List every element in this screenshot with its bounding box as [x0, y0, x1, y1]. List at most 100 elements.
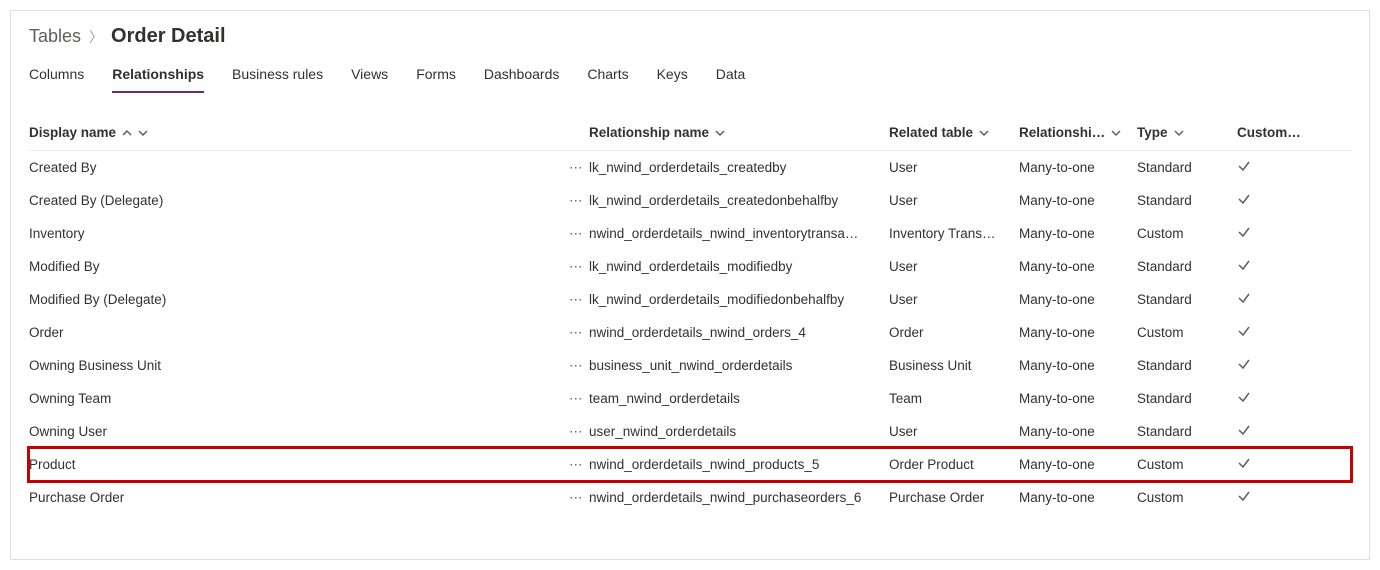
check-icon	[1237, 159, 1251, 173]
cell-type: Custom	[1137, 226, 1237, 241]
table-row[interactable]: Inventory⋯nwind_orderdetails_nwind_inven…	[29, 217, 1351, 250]
cell-display-name: Modified By	[29, 259, 569, 274]
col-relationship-name[interactable]: Relationship name	[589, 125, 889, 140]
cell-related-table: User	[889, 160, 1019, 175]
breadcrumb-parent[interactable]: Tables	[29, 26, 81, 47]
tab-data[interactable]: Data	[716, 58, 746, 92]
cell-related-table: User	[889, 292, 1019, 307]
more-actions-button[interactable]: ⋯	[569, 259, 589, 275]
col-relationship-name-label: Relationship name	[589, 125, 709, 140]
cell-related-table: User	[889, 193, 1019, 208]
cell-relationship-name: business_unit_nwind_orderdetails	[589, 358, 889, 373]
cell-display-name: Modified By (Delegate)	[29, 292, 569, 307]
cell-display-name: Order	[29, 325, 569, 340]
chevron-down-icon	[715, 128, 725, 138]
breadcrumb-current: Order Detail	[111, 25, 225, 48]
more-actions-button[interactable]: ⋯	[569, 358, 589, 374]
more-actions-button[interactable]: ⋯	[569, 292, 589, 308]
cell-related-table: Inventory Trans…	[889, 226, 1019, 241]
cell-customizable	[1237, 192, 1307, 209]
cell-related-table: Team	[889, 391, 1019, 406]
table-row[interactable]: Owning Business Unit⋯business_unit_nwind…	[29, 349, 1351, 382]
more-actions-button[interactable]: ⋯	[569, 457, 589, 473]
more-actions-button[interactable]: ⋯	[569, 391, 589, 407]
cell-relationship-type: Many-to-one	[1019, 226, 1137, 241]
chevron-down-icon	[1174, 128, 1184, 138]
more-actions-button[interactable]: ⋯	[569, 424, 589, 440]
chevron-down-icon	[138, 128, 148, 138]
cell-relationship-type: Many-to-one	[1019, 424, 1137, 439]
cell-related-table: Business Unit	[889, 358, 1019, 373]
cell-relationship-name: nwind_orderdetails_nwind_orders_4	[589, 325, 889, 340]
more-actions-button[interactable]: ⋯	[569, 325, 589, 341]
table-row[interactable]: Product⋯nwind_orderdetails_nwind_product…	[29, 448, 1351, 481]
cell-relationship-name: team_nwind_orderdetails	[589, 391, 889, 406]
check-icon	[1237, 192, 1251, 206]
table-row[interactable]: Created By (Delegate)⋯lk_nwind_orderdeta…	[29, 184, 1351, 217]
more-actions-button[interactable]: ⋯	[569, 226, 589, 242]
table-row[interactable]: Created By⋯lk_nwind_orderdetails_created…	[29, 151, 1351, 184]
cell-type: Custom	[1137, 457, 1237, 472]
table-row[interactable]: Modified By (Delegate)⋯lk_nwind_orderdet…	[29, 283, 1351, 316]
col-display-name[interactable]: Display name	[29, 125, 569, 140]
cell-customizable	[1237, 291, 1307, 308]
col-type[interactable]: Type	[1137, 125, 1237, 140]
more-actions-button[interactable]: ⋯	[569, 490, 589, 506]
more-actions-button[interactable]: ⋯	[569, 193, 589, 209]
cell-display-name: Owning Business Unit	[29, 358, 569, 373]
chevron-down-icon	[1111, 128, 1121, 138]
table-row[interactable]: Owning User⋯user_nwind_orderdetailsUserM…	[29, 415, 1351, 448]
tab-keys[interactable]: Keys	[657, 58, 688, 92]
table-row[interactable]: Owning Team⋯team_nwind_orderdetailsTeamM…	[29, 382, 1351, 415]
tab-bar: Columns Relationships Business rules Views F…	[11, 58, 1369, 93]
check-icon	[1237, 423, 1251, 437]
cell-type: Standard	[1137, 259, 1237, 274]
cell-relationship-type: Many-to-one	[1019, 160, 1137, 175]
panel: Tables 〉 Order Detail ColumnsRelationshi…	[10, 10, 1370, 560]
col-relationship-type-label: Relationshi…	[1019, 125, 1105, 140]
cell-display-name: Owning User	[29, 424, 569, 439]
tab-columns[interactable]: Columns	[29, 58, 84, 92]
cell-relationship-type: Many-to-one	[1019, 292, 1137, 307]
tab-views[interactable]: Views	[351, 58, 388, 92]
check-icon	[1237, 357, 1251, 371]
col-related-table[interactable]: Related table	[889, 125, 1019, 140]
tab-relationships[interactable]: Relationships	[112, 58, 204, 92]
cell-relationship-name: lk_nwind_orderdetails_createdby	[589, 160, 889, 175]
check-icon	[1237, 258, 1251, 272]
cell-display-name: Owning Team	[29, 391, 569, 406]
relationship-grid: Display name Relationship name Related t…	[11, 93, 1369, 514]
tab-charts[interactable]: Charts	[587, 58, 628, 92]
check-icon	[1237, 324, 1251, 338]
cell-relationship-type: Many-to-one	[1019, 193, 1137, 208]
cell-display-name: Created By	[29, 160, 569, 175]
col-customizable-label: Custom…	[1237, 125, 1301, 140]
col-related-table-label: Related table	[889, 125, 973, 140]
cell-relationship-name: user_nwind_orderdetails	[589, 424, 889, 439]
cell-display-name: Created By (Delegate)	[29, 193, 569, 208]
col-customizable[interactable]: Custom…	[1237, 125, 1307, 140]
cell-related-table: Purchase Order	[889, 490, 1019, 505]
more-actions-button[interactable]: ⋯	[569, 160, 589, 176]
tab-dashboards[interactable]: Dashboards	[484, 58, 560, 92]
check-icon	[1237, 456, 1251, 470]
cell-display-name: Inventory	[29, 226, 569, 241]
cell-type: Standard	[1137, 391, 1237, 406]
table-row[interactable]: Purchase Order⋯nwind_orderdetails_nwind_…	[29, 481, 1351, 514]
cell-customizable	[1237, 324, 1307, 341]
cell-type: Standard	[1137, 160, 1237, 175]
cell-related-table: Order	[889, 325, 1019, 340]
check-icon	[1237, 225, 1251, 239]
cell-customizable	[1237, 225, 1307, 242]
tab-forms[interactable]: Forms	[416, 58, 456, 92]
cell-type: Standard	[1137, 358, 1237, 373]
sort-asc-icon	[122, 128, 132, 138]
tab-business-rules[interactable]: Business rules	[232, 58, 323, 92]
table-row[interactable]: Order⋯nwind_orderdetails_nwind_orders_4O…	[29, 316, 1351, 349]
check-icon	[1237, 390, 1251, 404]
cell-customizable	[1237, 423, 1307, 440]
cell-relationship-type: Many-to-one	[1019, 325, 1137, 340]
col-relationship-type[interactable]: Relationshi…	[1019, 125, 1137, 140]
table-row[interactable]: Modified By⋯lk_nwind_orderdetails_modifi…	[29, 250, 1351, 283]
cell-relationship-type: Many-to-one	[1019, 490, 1137, 505]
